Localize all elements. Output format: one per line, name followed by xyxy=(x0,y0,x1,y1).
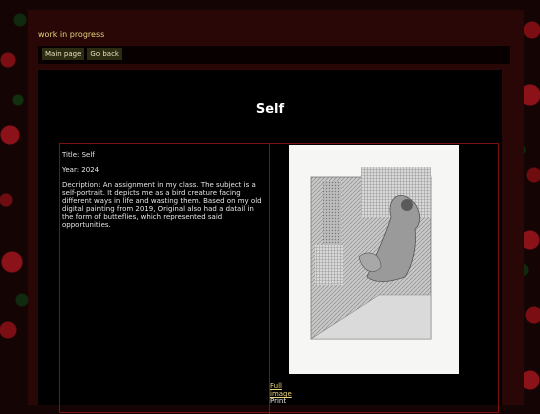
column-divider: Full image Print xyxy=(269,144,459,414)
artwork-details: Title: Self Year: 2024 Decription: An as… xyxy=(62,151,265,236)
artwork-description: Decription: An assignment in my class. T… xyxy=(62,181,262,229)
site-title: work in progress xyxy=(38,30,105,39)
full-image-link[interactable]: Full image xyxy=(270,382,292,398)
artwork-title-line: Title: Self xyxy=(62,151,95,159)
artwork-image[interactable] xyxy=(289,145,459,374)
artwork-year-line: Year: 2024 xyxy=(62,166,100,174)
page-title: Self xyxy=(255,102,285,117)
page-container: work in progress Main page Go back Self xyxy=(28,10,524,414)
artwork-info-box: Full image Print Title: Self Year: 2024 … xyxy=(59,143,499,414)
main-page-button[interactable]: Main page xyxy=(42,48,85,60)
nav-bar: Main page Go back xyxy=(38,46,510,64)
bird-drawing-icon xyxy=(309,167,432,340)
print-label: Print xyxy=(270,397,287,405)
content-panel: Self Full image Print Title: Self Year: … xyxy=(38,70,502,414)
go-back-button[interactable]: Go back xyxy=(87,48,122,60)
